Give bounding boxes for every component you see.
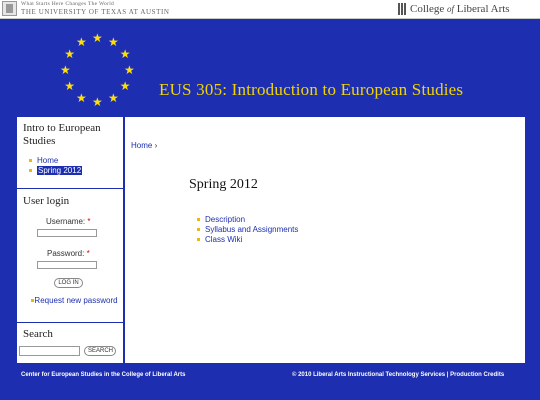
breadcrumb-separator: › xyxy=(154,141,158,150)
star-icon: ★ xyxy=(60,63,71,77)
request-new-password-link[interactable]: Request new password xyxy=(34,296,117,305)
search-input[interactable] xyxy=(19,346,80,356)
breadcrumb-home-link[interactable]: Home xyxy=(131,141,152,150)
ut-tagline: What Starts Here Changes The World xyxy=(21,1,115,7)
star-icon: ★ xyxy=(64,47,76,61)
star-icon: ★ xyxy=(64,79,76,93)
search-block: Search SEARCH xyxy=(17,323,123,363)
search-button[interactable]: SEARCH xyxy=(84,346,116,356)
list-item: Class Wiki xyxy=(197,235,298,245)
log-in-button[interactable]: LOG IN xyxy=(54,278,83,288)
class-wiki-link[interactable]: Class Wiki xyxy=(205,235,242,244)
columns-icon xyxy=(398,3,408,15)
required-mark: * xyxy=(86,249,90,258)
request-password-item: Request new password xyxy=(31,296,121,306)
ut-seal-icon[interactable] xyxy=(2,1,17,16)
star-icon: ★ xyxy=(119,79,131,93)
ut-name-link[interactable]: THE UNIVERSITY OF TEXAS AT AUSTIN xyxy=(21,8,170,16)
syllabus-link[interactable]: Syllabus and Assignments xyxy=(205,225,298,234)
course-title[interactable]: EUS 305: Introduction to European Studie… xyxy=(159,80,463,100)
star-icon: ★ xyxy=(124,63,135,77)
sidebar-item-home: Home xyxy=(29,156,82,166)
college-word: College xyxy=(410,3,445,15)
required-mark: * xyxy=(87,217,91,226)
sidebar-link-home[interactable]: Home xyxy=(37,156,58,165)
user-login-title: User login xyxy=(23,195,70,207)
username-label: Username: * xyxy=(46,217,90,226)
liberal-arts-word: Liberal Arts xyxy=(456,3,510,15)
description-link[interactable]: Description xyxy=(205,215,245,224)
star-icon: ★ xyxy=(92,31,103,45)
bullet-icon xyxy=(197,238,200,241)
footer-center-link[interactable]: Center for European Studies in the Colle… xyxy=(21,372,185,378)
breadcrumb: Home › xyxy=(131,141,157,150)
star-icon: ★ xyxy=(92,95,103,109)
list-item: Syllabus and Assignments xyxy=(197,225,298,235)
user-login-block: User login Username: * Password: * LOG I… xyxy=(17,189,123,323)
star-icon: ★ xyxy=(119,47,131,61)
sidebar-nav-block: Intro to European Studies Home Spring 20… xyxy=(17,117,123,189)
star-icon: ★ xyxy=(76,90,87,105)
username-label-text: Username: xyxy=(46,217,86,226)
star-icon: ★ xyxy=(76,35,87,50)
college-of-word: of xyxy=(446,4,454,14)
main-content: Home › Spring 2012 Description Syllabus … xyxy=(125,117,525,363)
bullet-icon xyxy=(29,169,32,172)
top-bar: What Starts Here Changes The World THE U… xyxy=(0,0,540,19)
sidebar-link-spring-2012[interactable]: Spring 2012 xyxy=(37,166,83,175)
username-field[interactable] xyxy=(37,229,97,237)
page-title: Spring 2012 xyxy=(189,177,258,192)
content-links: Description Syllabus and Assignments Cla… xyxy=(197,215,298,245)
password-label: Password: * xyxy=(47,249,90,258)
sidebar-nav: Home Spring 2012 xyxy=(29,156,83,176)
footer-credits[interactable]: © 2010 Liberal Arts Instructional Techno… xyxy=(292,372,504,378)
password-field[interactable] xyxy=(37,261,97,269)
star-icon: ★ xyxy=(108,90,119,105)
star-icon: ★ xyxy=(108,35,119,50)
sidebar: Intro to European Studies Home Spring 20… xyxy=(17,117,123,363)
bullet-icon xyxy=(29,159,32,162)
bullet-icon xyxy=(31,299,34,302)
sidebar-item-spring-2012: Spring 2012 xyxy=(29,166,83,176)
password-label-text: Password: xyxy=(47,249,85,258)
college-of-liberal-arts-link[interactable]: College of Liberal Arts xyxy=(410,3,510,15)
list-item: Description xyxy=(197,215,298,225)
bullet-icon xyxy=(197,218,200,221)
bullet-icon xyxy=(197,228,200,231)
search-title: Search xyxy=(23,328,53,340)
eu-stars-logo: ★ ★ ★ ★ ★ ★ ★ ★ ★ ★ ★ ★ xyxy=(52,30,142,110)
sidebar-nav-title: Intro to European Studies xyxy=(23,122,101,147)
